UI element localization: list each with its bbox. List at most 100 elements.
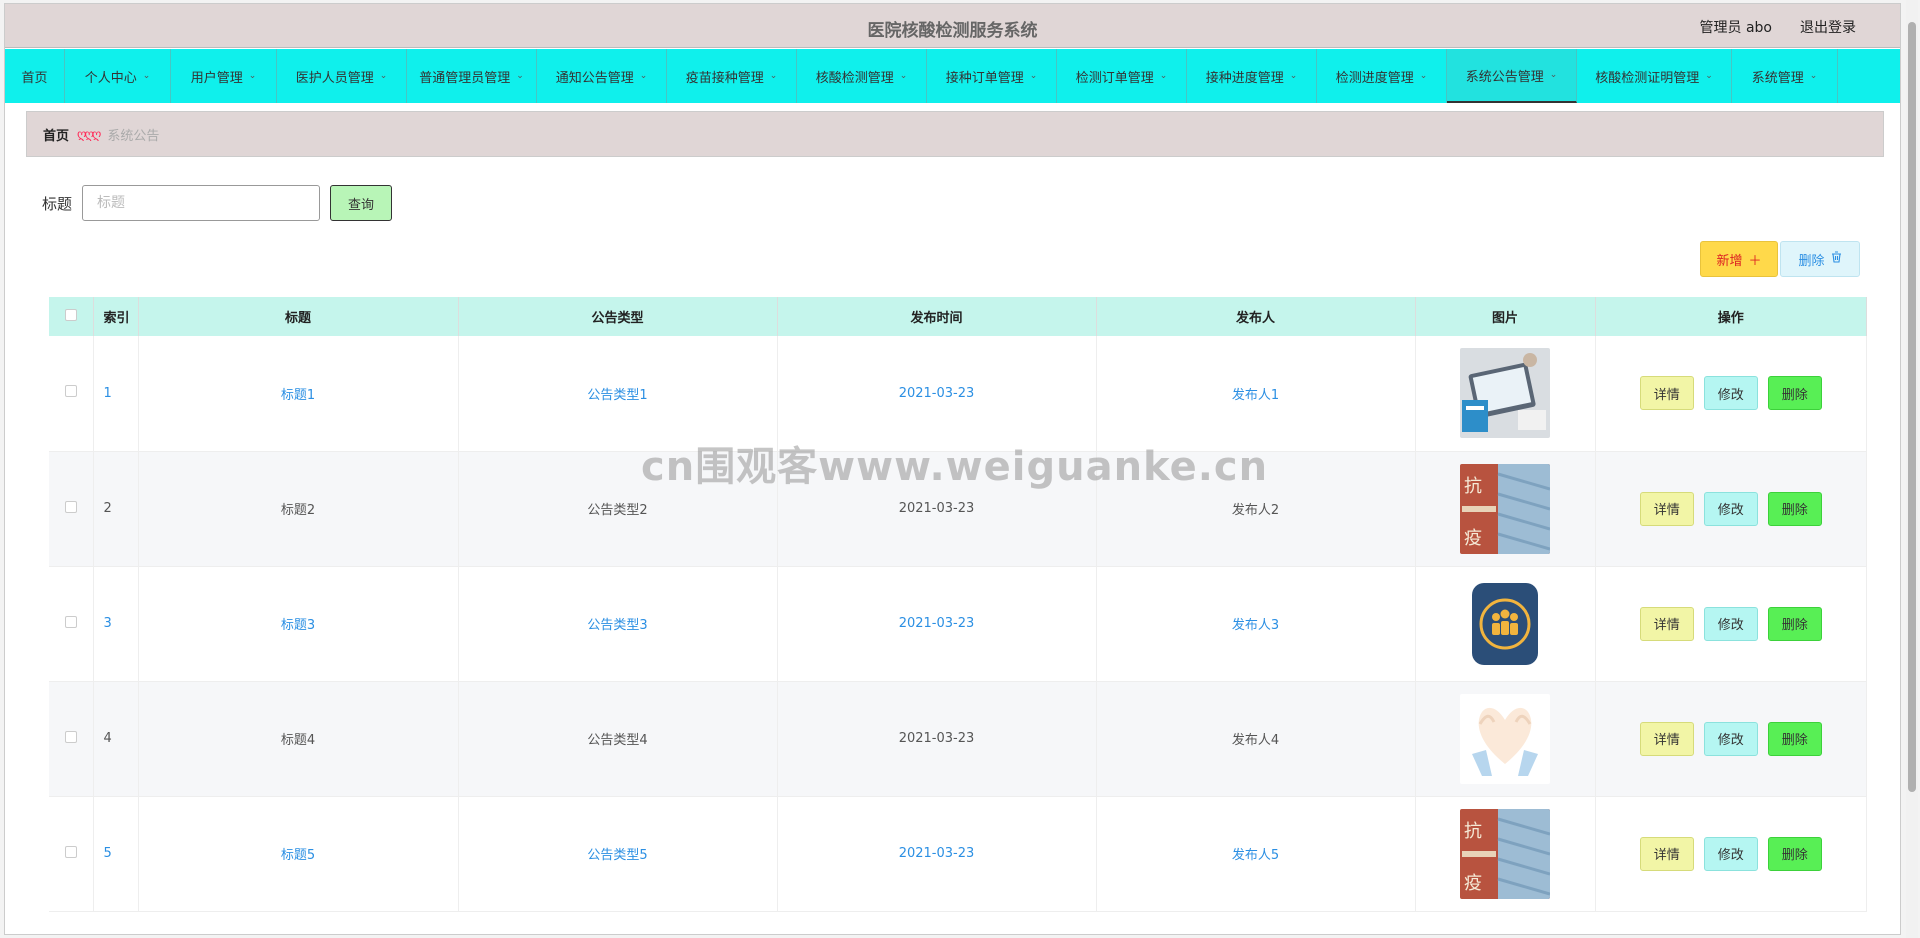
- delete-button-label: 删除: [1798, 253, 1825, 269]
- nav-item[interactable]: 检测订单管理 ⌄: [1057, 49, 1187, 103]
- chevron-down-icon: ⌄: [1705, 71, 1713, 81]
- nav-item[interactable]: 接种进度管理 ⌄: [1187, 49, 1317, 103]
- nav-item[interactable]: 核酸检测证明管理 ⌄: [1577, 49, 1732, 103]
- row-select-cell: [49, 451, 94, 567]
- image-cell: [1415, 336, 1596, 452]
- row-checkbox[interactable]: [64, 385, 77, 398]
- detail-button[interactable]: 详情: [1639, 376, 1694, 411]
- row-delete-button[interactable]: 删除: [1767, 376, 1822, 411]
- select-all-checkbox[interactable]: [64, 308, 77, 321]
- nav-item[interactable]: 通知公告管理 ⌄: [537, 49, 667, 103]
- add-button[interactable]: 新增 ＋: [1700, 241, 1778, 277]
- people-badge-icon[interactable]: [1460, 582, 1550, 665]
- row-checkbox[interactable]: [64, 730, 77, 743]
- chevron-down-icon: ⌄: [1549, 70, 1558, 80]
- nav-item-label: 系统管理: [1751, 70, 1804, 86]
- column-header: 标题: [138, 297, 459, 336]
- add-button-label: 新增: [1716, 253, 1743, 269]
- edit-button[interactable]: 修改: [1703, 491, 1758, 526]
- select-all-header: [49, 297, 94, 336]
- title-search-input[interactable]: [82, 185, 321, 221]
- watermark: cn围观客www.weiguanke.cn: [641, 444, 1269, 490]
- image-cell: 抗疫: [1415, 796, 1596, 912]
- nav-item-label: 用户管理: [190, 70, 243, 86]
- column-header: 发布人: [1096, 297, 1416, 336]
- breadcrumb-current: 系统公告: [107, 128, 160, 144]
- nav-item-label: 通知公告管理: [555, 70, 634, 86]
- nav-item[interactable]: 首页: [5, 49, 65, 103]
- table-row[interactable]: 4 标题4 公告类型4 2021-03-23 发布人4 详情 修改 删除: [49, 681, 1867, 797]
- main-nav: 首页 个人中心 ⌄ 用户管理 ⌄ 医护人员管理 ⌄ 普通管理员管理 ⌄ 通知公告管理 ⌄ 疫苗接种管理…: [5, 49, 1900, 103]
- actions-cell: 详情 修改 删除: [1595, 566, 1867, 682]
- title-cell: 标题1: [138, 336, 459, 452]
- svg-text:疫: 疫: [1464, 873, 1482, 894]
- masks-calligraphy-photo[interactable]: 抗疫: [1460, 808, 1550, 899]
- nav-item-label: 检测进度管理: [1335, 70, 1414, 86]
- table-row[interactable]: 5 标题5 公告类型5 2021-03-23 发布人5 抗疫详情 修改 删除: [49, 796, 1867, 912]
- chevron-down-icon: ⌄: [899, 71, 908, 81]
- app-window: 医院核酸检测服务系统 管理员 abo 退出登录 首页 个人中心 ⌄ 用户管理 ⌄ 医护人员…: [4, 3, 1901, 935]
- current-user[interactable]: 管理员 abo: [1700, 17, 1772, 37]
- edit-button[interactable]: 修改: [1703, 836, 1758, 871]
- breadcrumb-separator: ღღღ: [77, 127, 101, 141]
- title-cell: 标题2: [138, 451, 459, 567]
- scrollbar-thumb[interactable]: [1908, 22, 1916, 792]
- vertical-scrollbar[interactable]: [1906, 0, 1918, 938]
- row-delete-button[interactable]: 删除: [1767, 606, 1822, 641]
- nav-item[interactable]: 检测进度管理 ⌄: [1317, 49, 1447, 103]
- nav-item[interactable]: 个人中心 ⌄: [65, 49, 171, 103]
- detail-button[interactable]: 详情: [1639, 606, 1694, 641]
- nav-item-label: 核酸检测管理: [815, 70, 894, 86]
- heart-hands-illustration[interactable]: [1460, 693, 1550, 784]
- breadcrumb-home[interactable]: 首页: [43, 125, 69, 144]
- edit-button[interactable]: 修改: [1703, 721, 1758, 756]
- laptop-medical-photo[interactable]: [1460, 348, 1550, 439]
- chevron-down-icon: ⌄: [516, 71, 524, 81]
- index-cell: 4: [93, 681, 139, 797]
- nav-item[interactable]: 接种订单管理 ⌄: [927, 49, 1057, 103]
- image-cell: 抗疫: [1415, 451, 1596, 567]
- table-row[interactable]: 3 标题3 公告类型3 2021-03-23 发布人3 详情 修改 删除: [49, 566, 1867, 682]
- row-checkbox[interactable]: [64, 500, 77, 513]
- nav-item-label: 首页: [21, 70, 48, 86]
- logout-link[interactable]: 退出登录: [1800, 17, 1856, 37]
- type-cell: 公告类型3: [458, 566, 778, 682]
- chevron-down-icon: ⌄: [1029, 71, 1038, 81]
- nav-item[interactable]: 系统管理 ⌄: [1732, 49, 1838, 103]
- batch-delete-button[interactable]: 删除: [1780, 241, 1860, 277]
- nav-item-label: 医护人员管理: [295, 70, 374, 86]
- detail-button[interactable]: 详情: [1639, 721, 1694, 756]
- row-select-cell: [49, 336, 94, 452]
- chevron-down-icon: ⌄: [142, 71, 151, 81]
- row-delete-button[interactable]: 删除: [1767, 721, 1822, 756]
- nav-item[interactable]: 用户管理 ⌄: [171, 49, 277, 103]
- chevron-down-icon: ⌄: [1809, 71, 1818, 81]
- row-checkbox[interactable]: [64, 615, 77, 628]
- nav-item-label: 个人中心: [84, 70, 137, 86]
- nav-item[interactable]: 核酸检测管理 ⌄: [797, 49, 927, 103]
- breadcrumb: 首页 ღღღ 系统公告: [26, 111, 1884, 157]
- detail-button[interactable]: 详情: [1639, 836, 1694, 871]
- nav-item[interactable]: 疫苗接种管理 ⌄: [667, 49, 797, 103]
- column-header: 发布时间: [777, 297, 1097, 336]
- edit-button[interactable]: 修改: [1703, 376, 1758, 411]
- nav-item-label: 接种订单管理: [945, 70, 1024, 86]
- row-select-cell: [49, 566, 94, 682]
- column-header: 索引: [93, 297, 139, 336]
- query-button[interactable]: 查询: [330, 185, 393, 221]
- time-cell: 2021-03-23: [777, 566, 1097, 682]
- edit-button[interactable]: 修改: [1703, 606, 1758, 641]
- publisher-cell: 发布人5: [1096, 796, 1416, 912]
- masks-calligraphy-photo[interactable]: 抗疫: [1460, 463, 1550, 554]
- detail-button[interactable]: 详情: [1639, 491, 1694, 526]
- title-cell: 标题4: [138, 681, 459, 797]
- row-delete-button[interactable]: 删除: [1767, 836, 1822, 871]
- row-delete-button[interactable]: 删除: [1767, 491, 1822, 526]
- nav-item[interactable]: 系统公告管理 ⌄: [1447, 49, 1577, 103]
- nav-item[interactable]: 医护人员管理 ⌄: [277, 49, 407, 103]
- image-cell: [1415, 566, 1596, 682]
- row-checkbox[interactable]: [64, 845, 77, 858]
- column-header: 图片: [1415, 297, 1596, 336]
- actions-cell: 详情 修改 删除: [1595, 451, 1867, 567]
- nav-item[interactable]: 普通管理员管理 ⌄: [407, 49, 537, 103]
